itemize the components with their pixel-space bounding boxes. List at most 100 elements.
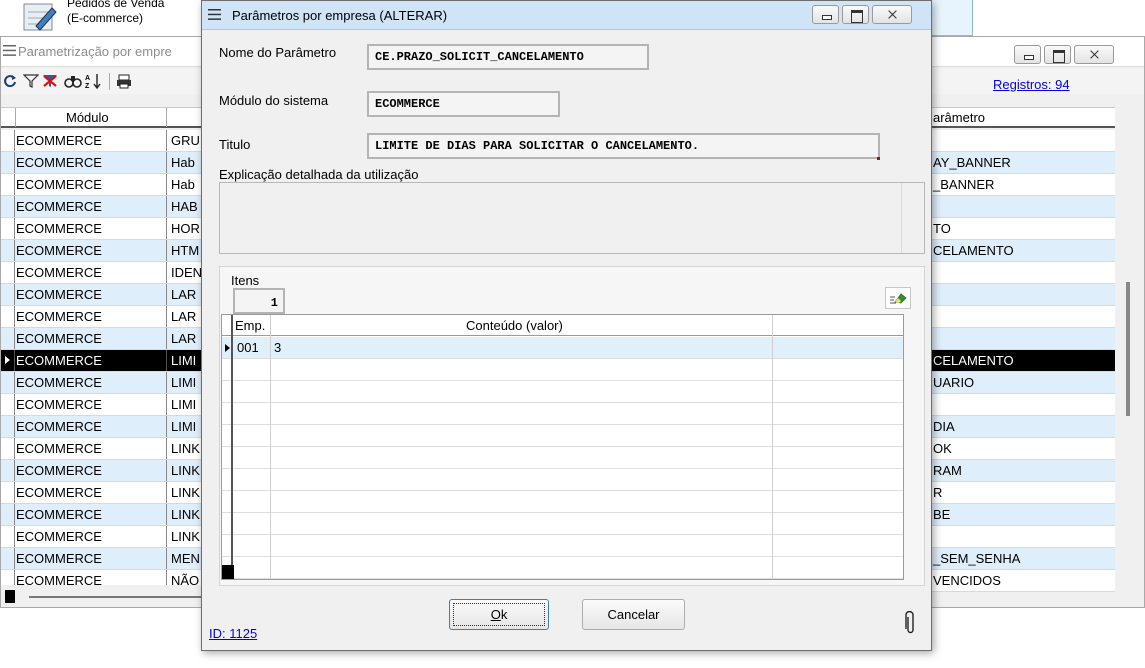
print-icon[interactable] <box>115 72 133 90</box>
cell-descricao: LINK <box>171 485 200 500</box>
titulo-field[interactable]: LIMITE DE DIAS PARA SOLICITAR O CANCELAM… <box>367 133 880 159</box>
itens-grid-header: Emp. Conteúdo (valor) <box>222 315 903 336</box>
modulo-sistema-label: Módulo do sistema <box>219 93 329 108</box>
row-indicator <box>1 196 15 217</box>
horizontal-scrollbar[interactable] <box>1 585 231 607</box>
cell-descricao: Hab <box>171 155 195 170</box>
horizontal-scrollbar-track <box>29 596 229 598</box>
cell-descricao: HTM <box>171 243 200 258</box>
itens-row-empty[interactable] <box>222 381 903 403</box>
row-indicator <box>1 240 15 261</box>
minimize-button[interactable] <box>812 5 839 24</box>
itens-row-empty[interactable] <box>222 425 903 447</box>
modulo-sistema-field[interactable]: ECOMMERCE <box>367 91 560 117</box>
binoculars-icon[interactable] <box>64 72 82 90</box>
itens-row-empty[interactable] <box>222 403 903 425</box>
column-divider <box>166 152 167 173</box>
itens-row-empty[interactable] <box>222 491 903 513</box>
dialog-titlebar: Parâmetros por empresa (ALTERAR) <box>202 1 931 30</box>
itens-row-empty[interactable] <box>222 557 903 579</box>
row-indicator <box>1 438 15 459</box>
column-header-modulo[interactable]: Módulo <box>66 110 109 125</box>
close-button[interactable] <box>872 5 912 24</box>
cancel-button[interactable]: Cancelar <box>582 599 685 630</box>
itens-row-empty[interactable] <box>222 447 903 469</box>
column-divider <box>166 372 167 393</box>
column-divider <box>166 218 167 239</box>
cell-modulo: ECOMMERCE <box>16 353 102 368</box>
column-divider <box>166 438 167 459</box>
column-divider <box>166 262 167 283</box>
ok-button[interactable]: Ok <box>449 599 549 630</box>
cell-parametro: TO <box>933 221 951 236</box>
cell-parametro: DIA <box>933 419 955 434</box>
registros-link[interactable]: Registros: 94 <box>993 77 1070 92</box>
column-header-emp[interactable]: Emp. <box>235 318 265 333</box>
edit-item-button[interactable] <box>885 287 911 309</box>
hamburger-menu-icon[interactable] <box>3 45 16 56</box>
nome-parametro-label: Nome do Parâmetro <box>219 45 337 60</box>
parametros-dialog: Parâmetros por empresa (ALTERAR) Nome do… <box>201 0 932 651</box>
column-divider <box>166 350 167 371</box>
cell-descricao: LAR <box>171 287 197 302</box>
top-app-title: Pedidos de Venda <box>67 0 165 10</box>
cell-modulo: ECOMMERCE <box>16 551 102 566</box>
explicacao-textarea[interactable] <box>219 182 925 254</box>
nome-parametro-field[interactable]: CE.PRAZO_SOLICIT_CANCELAMENTO <box>367 44 649 70</box>
cell-modulo: ECOMMERCE <box>16 485 102 500</box>
cell-modulo: ECOMMERCE <box>16 419 102 434</box>
row-indicator <box>1 174 15 195</box>
cell-emp[interactable]: 001 <box>237 340 259 355</box>
cell-parametro: _SEM_SENHA <box>933 551 1021 566</box>
column-header-parametro[interactable]: arâmetro <box>933 110 985 125</box>
horizontal-scrollbar-thumb[interactable] <box>5 590 15 603</box>
paperclip-icon[interactable] <box>904 611 916 635</box>
itens-row-empty[interactable] <box>222 359 903 381</box>
cell-descricao: GRU <box>171 133 200 148</box>
cell-modulo: ECOMMERCE <box>16 287 102 302</box>
close-button[interactable] <box>1074 45 1114 64</box>
hamburger-menu-icon[interactable] <box>208 9 221 20</box>
vertical-scrollbar-thumb[interactable] <box>1126 282 1130 416</box>
itens-row-empty[interactable] <box>222 535 903 557</box>
refresh-icon[interactable] <box>1 72 19 90</box>
cell-modulo: ECOMMERCE <box>16 155 102 170</box>
row-indicator <box>1 152 15 173</box>
cell-parametro: BE <box>933 507 951 522</box>
record-id-link[interactable]: ID: 1125 <box>209 626 257 641</box>
notepad-pen-icon <box>23 3 57 31</box>
column-divider <box>166 240 167 261</box>
minimize-button[interactable] <box>1014 45 1041 64</box>
row-indicator <box>1 306 15 327</box>
cell-parametro: RAM <box>933 463 962 478</box>
top-app-tab[interactable] <box>930 0 973 36</box>
cell-parametro: CELAMENTO <box>933 353 1014 368</box>
itens-row-empty[interactable] <box>222 513 903 535</box>
cell-descricao: LIMI <box>171 397 197 412</box>
itens-row-empty[interactable] <box>222 469 903 491</box>
cell-modulo: ECOMMERCE <box>16 177 102 192</box>
maximize-button[interactable] <box>1044 45 1071 64</box>
cell-parametro: UARIO <box>933 375 975 390</box>
column-header-conteudo[interactable]: Conteúdo (valor) <box>466 318 563 333</box>
column-divider <box>166 526 167 547</box>
required-marker <box>877 157 880 160</box>
cell-descricao: LIMI <box>171 419 197 434</box>
itens-row[interactable]: 001 3 <box>222 337 903 359</box>
maximize-button[interactable] <box>842 5 869 24</box>
svg-text:A: A <box>85 75 90 82</box>
cell-modulo: ECOMMERCE <box>16 507 102 522</box>
row-indicator <box>1 526 15 547</box>
column-divider <box>166 482 167 503</box>
column-divider <box>166 196 167 217</box>
cell-conteudo[interactable]: 3 <box>274 340 281 355</box>
cell-parametro: AY_BANNER <box>933 155 1011 170</box>
row-indicator <box>1 416 15 437</box>
row-indicator <box>1 460 15 481</box>
column-divider <box>166 394 167 415</box>
sort-az-icon[interactable]: AZ <box>85 72 103 90</box>
filter-icon[interactable] <box>22 72 40 90</box>
titulo-label: Titulo <box>219 137 251 152</box>
column-divider <box>166 306 167 327</box>
clear-filter-icon[interactable] <box>41 72 59 90</box>
